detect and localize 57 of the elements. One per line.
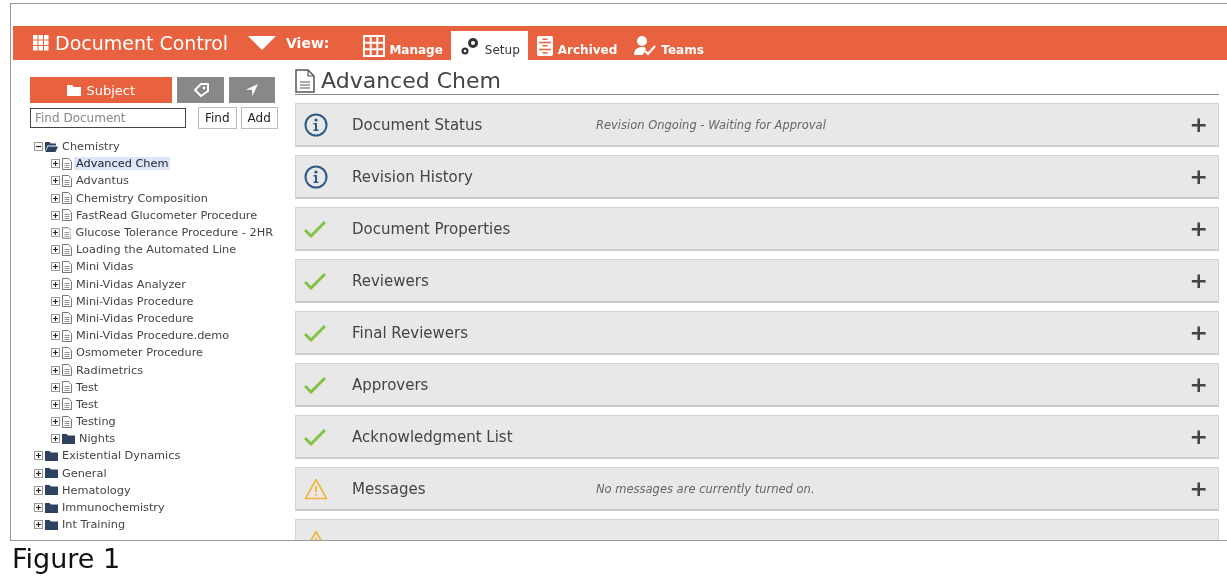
tree-item[interactable]: Mini Vidas [74, 260, 136, 274]
tree-item[interactable]: Chemistry [60, 140, 122, 154]
tree-item[interactable]: General [60, 466, 109, 480]
tree-item[interactable]: Advantus [74, 174, 131, 188]
section-panel[interactable]: Approvers + [295, 363, 1219, 407]
app-title: Document Control [55, 32, 229, 54]
tree-item[interactable]: Test [74, 380, 101, 394]
action-button[interactable]: Add [240, 107, 278, 129]
section-panel[interactable]: Messages No messages are currently turned on. + [295, 467, 1219, 511]
tree-item[interactable]: Mini-Vidas Procedure.demo [74, 329, 232, 343]
document-title: Advanced Chem [321, 68, 501, 93]
tree-item[interactable]: FastRead Glucometer Procedure [74, 208, 260, 222]
tree-item[interactable]: Nights [77, 432, 118, 446]
expand-button[interactable]: + [1185, 112, 1212, 137]
section-title: Reviewers [352, 271, 430, 290]
tree-item[interactable]: Glucose Tolerance Procedure - 2HR [73, 226, 275, 240]
section-panel[interactable]: Reviewers + [295, 259, 1219, 303]
tree-item[interactable]: Immunochemistry [60, 501, 167, 515]
expand-button[interactable]: + [1185, 424, 1212, 449]
section-title: Document Properties [352, 219, 512, 238]
expand-button[interactable]: + [1185, 372, 1212, 397]
tree-item[interactable]: Radimetrics [74, 363, 146, 377]
view-label: View: [286, 35, 330, 51]
expand-button[interactable]: + [1185, 476, 1212, 501]
section-panel[interactable]: Document Properties + [295, 207, 1219, 251]
tree-item[interactable]: Mini-Vidas Procedure [74, 294, 196, 308]
section-title: Approvers [352, 375, 430, 394]
section-note: Revision Ongoing - Waiting for Approval [596, 117, 827, 132]
tree-item[interactable]: Loading the Automated Line [74, 243, 239, 257]
tree-item[interactable]: Chemistry Composition [74, 191, 210, 205]
expand-button[interactable]: + [1185, 320, 1212, 345]
tree-item[interactable]: Testing [74, 415, 118, 429]
view-tab[interactable]: Setup [450, 31, 528, 60]
tree-item[interactable]: Hematology [60, 483, 133, 497]
tree-item[interactable]: Existential Dynamics [60, 449, 183, 463]
tree-item[interactable]: Test [74, 397, 101, 411]
action-button[interactable]: Find [198, 107, 237, 129]
tree-item[interactable]: Advanced Chem [74, 157, 171, 171]
expand-button[interactable]: + [1185, 216, 1212, 241]
search-field[interactable]: Find Document [30, 108, 186, 128]
section-title: Document Status [352, 115, 484, 134]
section-panel[interactable]: Document Status Revision Ongoing - Waiting for Approval + [295, 103, 1219, 147]
section-note: No messages are currently turned on. [596, 481, 816, 496]
tree-item[interactable]: Mini-Vidas Procedure [74, 311, 196, 325]
tree-item[interactable]: Mini-Vidas Analyzer [74, 277, 188, 291]
figure-caption: Figure 1 [11, 542, 122, 574]
section-title: Revision History [352, 167, 474, 186]
expand-button[interactable]: + [1185, 268, 1212, 293]
section-panel[interactable]: Final Reviewers + [295, 311, 1219, 355]
section-title: Acknowledgment List [352, 427, 514, 446]
expand-button[interactable]: + [1185, 164, 1212, 189]
section-panel[interactable]: Revision History + [295, 155, 1219, 199]
section-panel[interactable]: Acknowledgment List + [295, 415, 1219, 459]
section-title: Messages [352, 479, 427, 498]
tree-item[interactable]: Int Training [60, 518, 128, 532]
section-title: Final Reviewers [352, 323, 470, 342]
tree-item[interactable]: Osmometer Procedure [74, 346, 206, 360]
